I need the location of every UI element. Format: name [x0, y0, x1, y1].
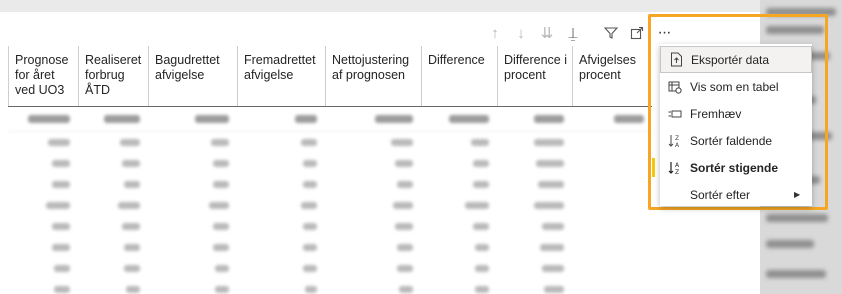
column-header-difference-procent[interactable]: Difference i procent [497, 46, 572, 106]
column-header-prognose[interactable]: Prognose for året ved UO3 [8, 46, 78, 106]
svg-text:Z: Z [675, 169, 679, 175]
svg-text:A: A [675, 142, 680, 148]
menu-item-export-data[interactable]: Eksportér data [660, 46, 812, 73]
filter-icon[interactable] [600, 22, 622, 44]
table-row [8, 195, 652, 216]
double-arrow-down-icon[interactable]: ⇊ [536, 22, 558, 44]
table-row [8, 153, 652, 174]
column-header-bagudrettet[interactable]: Bagudrettet afvigelse [148, 46, 237, 106]
column-header-fremadrettet[interactable]: Fremadrettet afvigelse [237, 46, 325, 106]
table-row [8, 258, 652, 279]
table-row [8, 107, 652, 132]
expand-hierarchy-icon[interactable]: ⍊ [562, 22, 584, 44]
show-as-table-icon [660, 80, 690, 94]
menu-item-label: Sortér stigende [690, 160, 779, 175]
svg-text:Z: Z [675, 135, 679, 142]
table-row [8, 216, 652, 237]
menu-item-sort-ascending[interactable]: AZ Sortér stigende [652, 154, 812, 181]
menu-item-label: Sortér faldende [690, 133, 773, 148]
focus-mode-icon[interactable] [626, 22, 648, 44]
sort-descending-icon: ZA [660, 134, 690, 148]
table-row [8, 237, 652, 258]
more-options-menu: Eksportér data Vis som en tabel Fremhæv … [652, 44, 812, 208]
menu-item-sort-by[interactable]: Sortér efter ▶ [660, 181, 812, 208]
export-data-icon [661, 52, 691, 67]
table-row [8, 132, 652, 153]
data-table: Prognose for året ved UO3 Realiseret for… [8, 46, 652, 294]
arrow-up-icon[interactable]: ↑ [484, 22, 506, 44]
column-header-realiseret[interactable]: Realiseret forbrug ÅTD [78, 46, 148, 106]
table-row [8, 174, 652, 195]
menu-item-label: Eksportér data [691, 52, 770, 67]
column-header-afvigelses-procent[interactable]: Afvigelses procent [572, 46, 652, 106]
menu-item-label: Sortér efter [690, 187, 751, 202]
active-sort-marker [652, 158, 655, 177]
column-header-difference[interactable]: Difference [421, 46, 497, 106]
sort-ascending-icon: AZ [660, 161, 690, 175]
menu-item-spotlight[interactable]: Fremhæv [660, 100, 812, 127]
top-band [0, 0, 760, 12]
menu-item-label: Vis som en tabel [690, 79, 779, 94]
arrow-down-icon[interactable]: ↓ [510, 22, 532, 44]
menu-item-sort-descending[interactable]: ZA Sortér faldende [660, 127, 812, 154]
table-row [8, 279, 652, 294]
menu-item-label: Fremhæv [690, 106, 742, 121]
table-header: Prognose for året ved UO3 Realiseret for… [8, 46, 652, 107]
table-body-blurred [8, 107, 652, 294]
menu-item-show-as-table[interactable]: Vis som en tabel [660, 73, 812, 100]
svg-text:A: A [675, 162, 680, 169]
column-header-nettojustering[interactable]: Nettojustering af prognosen [325, 46, 421, 106]
chevron-right-icon: ▶ [794, 190, 801, 199]
spotlight-icon [660, 109, 690, 119]
